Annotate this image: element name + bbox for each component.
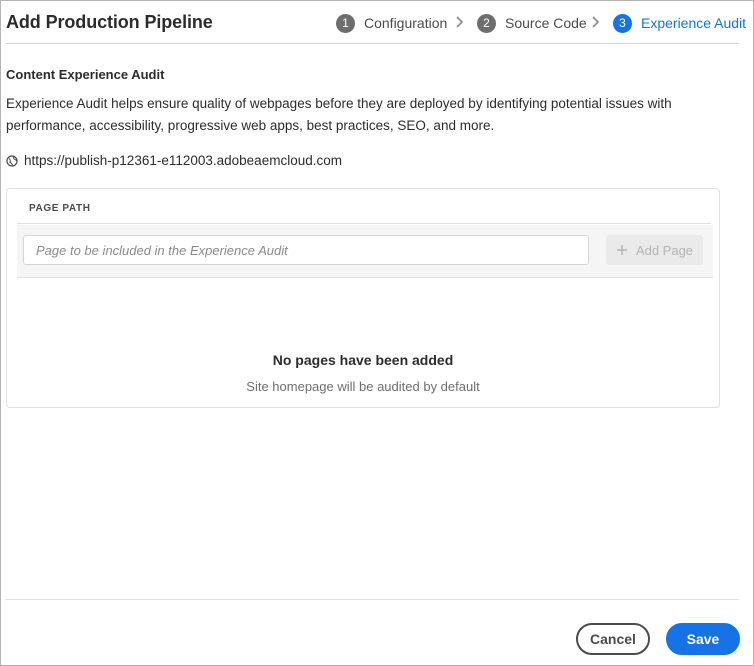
- site-url: https://publish-p12361-e112003.adobeaemc…: [24, 153, 342, 168]
- globe-icon: [6, 154, 18, 167]
- step-label: Source Code: [505, 15, 587, 31]
- add-pipeline-dialog: Add Production Pipeline 1 Configuration …: [0, 0, 754, 666]
- add-page-label: Add Page: [635, 242, 694, 258]
- cancel-button[interactable]: Cancel: [576, 623, 650, 655]
- footer-divider: [6, 599, 739, 600]
- step-number: 3: [613, 13, 632, 33]
- step-label: Experience Audit: [641, 15, 747, 31]
- empty-state-title: No pages have been added: [272, 352, 454, 368]
- step-configuration[interactable]: 1 Configuration: [336, 13, 447, 33]
- add-page-row: Add Page: [17, 225, 713, 278]
- section-description: Experience Audit helps ensure quality of…: [6, 96, 672, 133]
- empty-state-subtitle: Site homepage will be audited by default: [246, 379, 480, 394]
- step-number: 1: [336, 13, 355, 33]
- page-path-column-header: PAGE PATH: [29, 203, 91, 214]
- header-divider: [6, 43, 739, 44]
- save-button[interactable]: Save: [666, 623, 740, 655]
- step-source-code[interactable]: 2 Source Code: [477, 13, 587, 33]
- step-experience-audit[interactable]: 3 Experience Audit: [613, 13, 746, 33]
- chevron-right-icon: [592, 16, 600, 28]
- site-url-row: https://publish-p12361-e112003.adobeaemc…: [6, 153, 342, 168]
- chevron-right-icon: [456, 16, 464, 28]
- section-title: Content Experience Audit: [6, 67, 165, 82]
- table-header: PAGE PATH: [17, 201, 711, 224]
- plus-icon: [616, 245, 627, 255]
- dialog-header: Add Production Pipeline 1 Configuration …: [1, 1, 753, 44]
- add-page-button[interactable]: Add Page: [606, 235, 703, 265]
- dialog-title: Add Production Pipeline: [6, 12, 213, 32]
- page-path-input[interactable]: [23, 235, 589, 265]
- step-number: 2: [477, 13, 496, 33]
- step-label: Configuration: [364, 15, 448, 31]
- page-path-table: PAGE PATH Add Page No pages have been ad…: [6, 188, 720, 408]
